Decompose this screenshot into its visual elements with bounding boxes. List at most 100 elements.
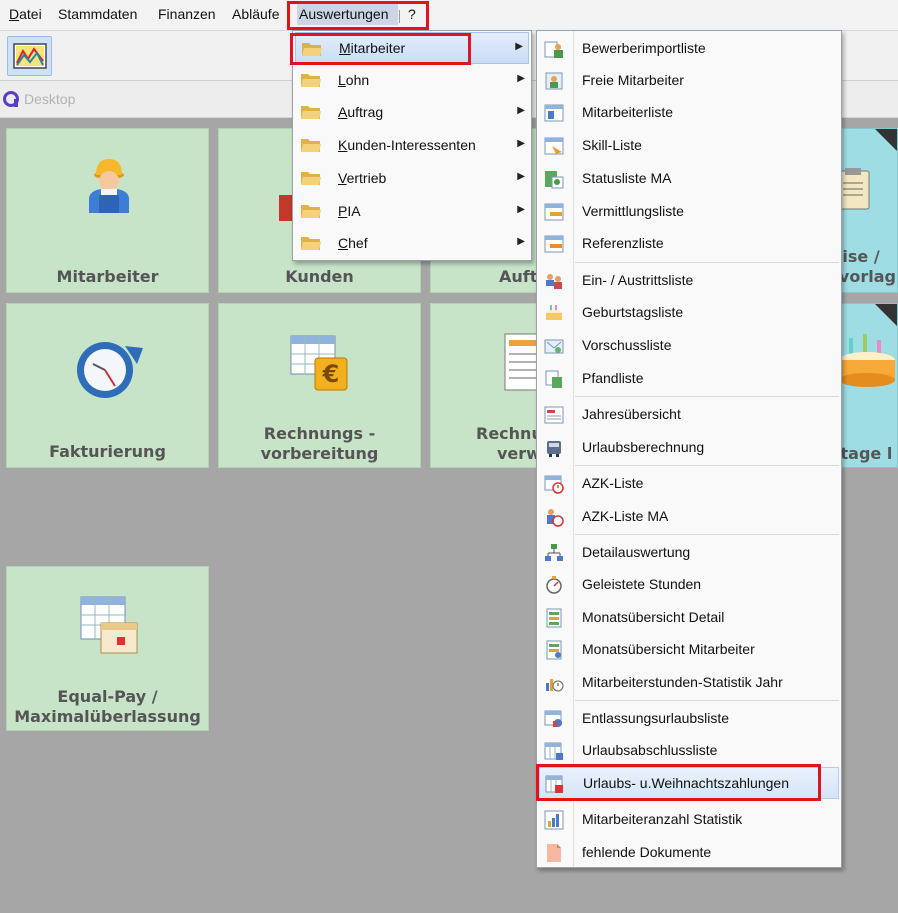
worker-icon: [89, 159, 129, 213]
folder-icon: [301, 172, 321, 185]
people-list-icon: [544, 41, 563, 58]
folder-icon: [301, 74, 321, 87]
menu-separator: [575, 700, 839, 701]
submenu-item[interactable]: fehlende Dokumente: [537, 836, 841, 868]
menu-datei[interactable]: Datei: [9, 6, 42, 22]
menu-stammdaten[interactable]: Stammdaten: [58, 6, 137, 22]
menu-item-auftrag[interactable]: Auftrag ▶: [293, 96, 533, 128]
highlight-box-auswertungen: [287, 1, 429, 30]
submenu-item[interactable]: Bewerberimportliste: [537, 32, 841, 64]
submenu-item[interactable]: Monatsübersicht Detail: [537, 601, 841, 633]
submenu-item[interactable]: Monatsübersicht Mitarbeiter: [537, 633, 841, 665]
dismissal-vacation-icon: [544, 710, 562, 727]
employee-list-icon: [544, 104, 564, 122]
highlight-box-mitarbeiter: [290, 33, 471, 65]
submenu-item[interactable]: Urlaubsberechnung: [537, 431, 841, 463]
menu-item-vertrieb[interactable]: Vertrieb ▶: [293, 162, 533, 194]
submenu-arrow-icon: ▶: [517, 204, 525, 215]
submenu-item[interactable]: Ein- / Austrittsliste: [537, 264, 841, 296]
submenu-item[interactable]: Entlassungsurlaubsliste: [537, 702, 841, 734]
garnishment-icon: [545, 370, 562, 388]
monthly-employee-icon: [546, 640, 562, 660]
tile-label: Kunden: [285, 267, 354, 286]
menu-item-lohn[interactable]: Lohn ▶: [293, 64, 533, 96]
folder-icon: [301, 205, 321, 218]
annual-overview-icon: [544, 406, 564, 424]
customers-icon: [279, 195, 293, 221]
submenu-arrow-icon: ▶: [517, 138, 525, 149]
tile-label: vorbereitung: [260, 444, 379, 463]
app-logo-icon: [3, 91, 19, 107]
tile-label: Maximalüberlassung: [14, 707, 201, 726]
stats-clock-icon: [546, 679, 564, 692]
submenu-item[interactable]: AZK-Liste: [537, 467, 841, 499]
skill-list-icon: [544, 137, 564, 155]
submenu-item[interactable]: Detailauswertung: [537, 536, 841, 568]
status-list-icon: [545, 171, 564, 189]
highlight-box-urlaubs-weihnachtszahlungen: [536, 764, 821, 801]
azk-list-employee-icon: [547, 509, 564, 527]
folder-icon: [301, 106, 321, 119]
hierarchy-icon: [545, 544, 563, 561]
stopwatch-icon: [546, 576, 562, 594]
invoice-euro-icon: €: [290, 335, 348, 391]
tile-rechnungsvorbereitung[interactable]: € Rechnungs - vorbereitung: [218, 303, 421, 468]
submenu-item[interactable]: Mitarbeiteranzahl Statistik: [537, 803, 841, 835]
submenu-item[interactable]: Geleistete Stunden: [537, 568, 841, 600]
azk-list-icon: [544, 475, 564, 494]
menu-item-chef[interactable]: Chef ▶: [293, 227, 533, 259]
reference-list-icon: [544, 235, 564, 253]
submenu-item[interactable]: Jahresübersicht: [537, 398, 841, 430]
submenu-arrow-icon: ▶: [515, 41, 523, 52]
menu-separator: [575, 465, 839, 466]
submenu-item[interactable]: Pfandliste: [537, 362, 841, 394]
submenu-item[interactable]: Skill-Liste: [537, 129, 841, 161]
menu-item-pia[interactable]: PIA ▶: [293, 195, 533, 227]
monthly-detail-icon: [546, 608, 562, 628]
placement-list-icon: [544, 203, 564, 221]
corner-fold-icon: [875, 129, 897, 151]
submenu-item[interactable]: Geburtstagsliste: [537, 296, 841, 328]
advance-payment-icon: [544, 339, 564, 354]
menu-item-kunden-interessenten[interactable]: Kunden-Interessenten ▶: [293, 129, 533, 161]
birthday-cake-icon: [839, 334, 895, 387]
menubar: Datei Stammdaten Finanzen Abläufe Auswer…: [0, 0, 898, 31]
tile-equal-pay[interactable]: Equal-Pay / Maximalüberlassung: [6, 566, 209, 731]
tile-label: Equal-Pay /: [57, 687, 158, 706]
document-icon: [547, 844, 561, 862]
menu-separator: [575, 262, 839, 263]
submenu-item[interactable]: Urlaubsabschlussliste: [537, 734, 841, 766]
chart-toolbar-button[interactable]: [7, 36, 52, 76]
tile-fakturierung[interactable]: Fakturierung: [6, 303, 209, 468]
submenu-arrow-icon: ▶: [517, 236, 525, 247]
submenu-item[interactable]: AZK-Liste MA: [537, 500, 841, 532]
tile-label: Rechnungs -: [263, 424, 376, 443]
folder-icon: [301, 237, 321, 250]
submenu-item[interactable]: Vermittlungsliste: [537, 195, 841, 227]
desktop-title: Desktop: [24, 91, 76, 107]
folder-icon: [301, 139, 321, 152]
calendar-table-icon: [80, 596, 138, 654]
submenu-arrow-icon: ▶: [517, 171, 525, 182]
menu-ablaeufe[interactable]: Abläufe: [232, 6, 279, 22]
submenu-item[interactable]: Statusliste MA: [537, 162, 841, 194]
birthday-cake-icon: [546, 305, 562, 320]
tile-mitarbeiter[interactable]: Mitarbeiter: [6, 128, 209, 293]
menu-finanzen[interactable]: Finanzen: [158, 6, 216, 22]
svg-text:€: €: [322, 360, 340, 388]
submenu-item[interactable]: Vorschussliste: [537, 329, 841, 361]
tile-label: Mitarbeiter: [56, 267, 159, 286]
submenu-arrow-icon: ▶: [517, 73, 525, 84]
menu-separator: [575, 534, 839, 535]
submenu-item[interactable]: Mitarbeiterliste: [537, 96, 841, 128]
entry-exit-icon: [546, 274, 562, 289]
tile-label: Fakturierung: [49, 442, 166, 461]
submenu-item[interactable]: Referenzliste: [537, 227, 841, 259]
submenu-item[interactable]: Mitarbeiterstunden-Statistik Jahr: [537, 666, 841, 698]
corner-fold-icon: [875, 304, 897, 326]
menu-separator: [575, 396, 839, 397]
invoice-list-icon: [504, 333, 537, 391]
bar-chart-icon: [544, 810, 564, 830]
mitarbeiter-submenu: Bewerberimportliste Freie Mitarbeiter Mi…: [536, 30, 842, 868]
submenu-item[interactable]: Freie Mitarbeiter: [537, 64, 841, 96]
